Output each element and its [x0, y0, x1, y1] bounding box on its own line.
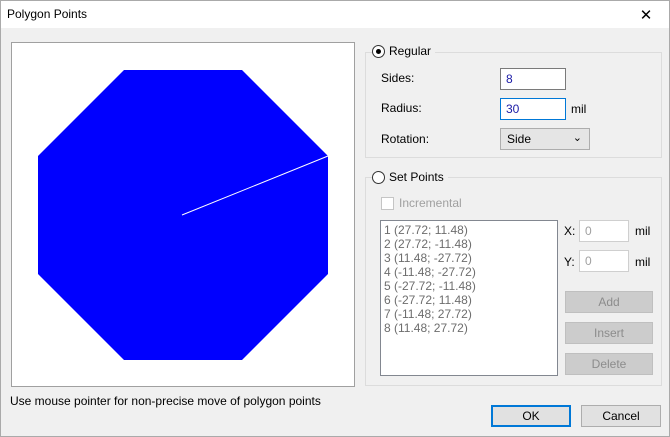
insert-point-button[interactable]: Insert — [565, 322, 653, 344]
set-points-radio-circle[interactable] — [372, 170, 385, 184]
polygon-points-dialog: Polygon Points ✕ Use mouse pointer for n… — [0, 0, 670, 437]
polygon-preview[interactable] — [11, 42, 355, 387]
incremental-checkbox-box[interactable] — [381, 196, 394, 210]
delete-point-button[interactable]: Delete — [565, 353, 653, 375]
rotation-select-value: Side — [507, 132, 532, 146]
close-icon[interactable]: ✕ — [623, 1, 669, 28]
regular-radio-label: Regular — [389, 44, 432, 58]
set-points-radio[interactable]: Set Points — [372, 170, 448, 184]
regular-radio-circle[interactable] — [372, 44, 385, 58]
chevron-down-icon: ⌄ — [572, 132, 582, 144]
list-item[interactable]: 8 (11.48; 27.72) — [384, 321, 554, 335]
points-list[interactable]: 1 (27.72; 11.48) 2 (27.72; -11.48) 3 (11… — [380, 220, 558, 376]
list-item[interactable]: 5 (-27.72; -11.48) — [384, 279, 554, 293]
ok-button[interactable]: OK — [491, 405, 571, 427]
y-input[interactable]: 0 — [579, 250, 629, 272]
x-unit: mil — [635, 224, 651, 238]
incremental-label: Incremental — [399, 196, 462, 210]
radius-label: Radius: — [381, 101, 422, 115]
list-item[interactable]: 4 (-11.48; -27.72) — [384, 265, 554, 279]
add-point-button[interactable]: Add — [565, 291, 653, 313]
list-item[interactable]: 1 (27.72; 11.48) — [384, 223, 554, 237]
sides-input[interactable]: 8 — [500, 68, 566, 90]
x-input[interactable]: 0 — [579, 220, 629, 242]
radius-input[interactable]: 30 — [500, 98, 566, 120]
x-label: X: — [564, 224, 576, 238]
y-unit: mil — [635, 255, 651, 269]
list-item[interactable]: 6 (-27.72; 11.48) — [384, 293, 554, 307]
radius-unit: mil — [571, 102, 587, 116]
rotation-select[interactable]: Side ⌄ — [500, 128, 590, 150]
regular-radio[interactable]: Regular — [372, 44, 436, 58]
list-item[interactable]: 2 (27.72; -11.48) — [384, 237, 554, 251]
rotation-label: Rotation: — [381, 132, 430, 146]
dialog-title: Polygon Points — [7, 7, 88, 21]
y-label: Y: — [564, 255, 575, 269]
list-item[interactable]: 3 (11.48; -27.72) — [384, 251, 554, 265]
list-item[interactable]: 7 (-11.48; 27.72) — [384, 307, 554, 321]
sides-label: Sides: — [381, 71, 415, 85]
cancel-button[interactable]: Cancel — [581, 405, 661, 427]
title-bar: Polygon Points ✕ — [1, 1, 669, 28]
incremental-checkbox[interactable]: Incremental — [381, 196, 462, 210]
hint-text: Use mouse pointer for non-precise move o… — [10, 394, 321, 408]
set-points-radio-label: Set Points — [389, 170, 444, 184]
polygon-preview-svg — [38, 70, 329, 360]
